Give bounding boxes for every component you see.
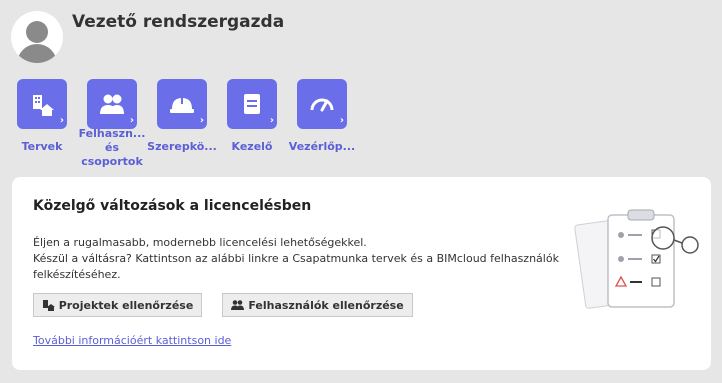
tile-label: Felhaszn... és csoportok bbox=[78, 127, 146, 168]
card-text-line1: Éljen a rugalmasabb, modernebb licencelé… bbox=[33, 236, 367, 249]
tile-projects[interactable]: › Tervek bbox=[7, 79, 77, 154]
check-users-button[interactable]: Felhasználók ellenőrzése bbox=[222, 293, 413, 317]
users-icon bbox=[100, 94, 124, 114]
more-info-link[interactable]: További információért kattintson ide bbox=[33, 334, 231, 347]
clipboard-illustration-icon bbox=[574, 209, 699, 309]
server-icon bbox=[244, 94, 260, 114]
gauge-icon bbox=[310, 98, 334, 112]
licensing-card: Közelgő változások a licencelésben Éljen… bbox=[12, 177, 711, 370]
tile-roles[interactable]: › Szerepkö... bbox=[147, 79, 217, 154]
tile-users-groups[interactable]: › Felhaszn... és csoportok bbox=[77, 79, 147, 169]
check-projects-label: Projektek ellenőrzése bbox=[58, 298, 194, 312]
tile-users-groups-button[interactable]: › bbox=[87, 79, 137, 129]
tile-roles-button[interactable]: › bbox=[157, 79, 207, 129]
chevron-right-icon: › bbox=[199, 115, 204, 126]
card-text-line2: Készül a váltásra? Kattintson az alábbi … bbox=[33, 252, 559, 281]
tile-label: Kezelő bbox=[231, 140, 273, 153]
card-title: Közelgő változások a licencelésben bbox=[33, 198, 312, 214]
tile-manager[interactable]: › Kezelő bbox=[217, 79, 287, 154]
tile-dashboard-button[interactable]: › bbox=[297, 79, 347, 129]
building-small-icon bbox=[42, 300, 55, 311]
check-users-label: Felhasználók ellenőrzése bbox=[248, 298, 404, 312]
chevron-right-icon: › bbox=[339, 115, 344, 126]
chevron-right-icon: › bbox=[59, 115, 64, 126]
check-projects-button[interactable]: Projektek ellenőrzése bbox=[33, 293, 202, 317]
users-small-icon bbox=[231, 300, 245, 310]
avatar-head bbox=[26, 21, 48, 43]
chevron-right-icon: › bbox=[129, 115, 134, 126]
tile-dashboard[interactable]: › Vezérlőp... bbox=[287, 79, 357, 154]
user-title: Vezető rendszergazda bbox=[72, 12, 285, 32]
hard-hat-icon bbox=[170, 96, 194, 113]
building-icon bbox=[33, 95, 54, 116]
tile-label: Tervek bbox=[21, 140, 63, 153]
tile-projects-button[interactable]: › bbox=[17, 79, 67, 129]
avatar-body bbox=[17, 44, 57, 63]
tile-label: Vezérlőp... bbox=[288, 140, 356, 153]
tile-label: Szerepkö... bbox=[147, 140, 217, 153]
card-text: Éljen a rugalmasabb, modernebb licencelé… bbox=[33, 235, 573, 283]
avatar bbox=[11, 11, 63, 63]
tile-manager-button[interactable]: › bbox=[227, 79, 277, 129]
chevron-right-icon: › bbox=[269, 115, 274, 126]
